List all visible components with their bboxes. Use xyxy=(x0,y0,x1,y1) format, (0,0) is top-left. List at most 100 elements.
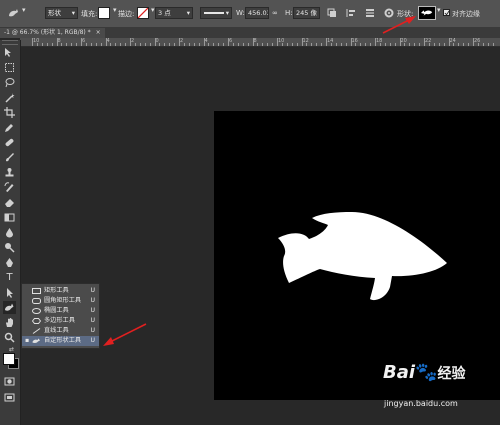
gradient-tool[interactable] xyxy=(3,211,16,224)
ruler-tick xyxy=(203,38,205,46)
chevron-down-icon[interactable]: ▾ xyxy=(151,6,155,14)
ruler-minor-tick xyxy=(340,43,342,46)
tool-mode-value: 形状 xyxy=(48,9,61,17)
custom-shape-tool-preset-icon[interactable] xyxy=(7,7,19,19)
ruler-minor-tick xyxy=(218,43,220,46)
flyout-item-line[interactable]: 直线工具 U xyxy=(22,326,99,336)
align-edges-label: 对齐边缘 xyxy=(452,10,480,18)
ruler-minor-tick xyxy=(66,43,68,46)
ruler-minor-tick xyxy=(36,43,38,46)
gradient-icon xyxy=(4,213,15,222)
ruler-minor-tick xyxy=(394,43,396,46)
lasso-tool[interactable] xyxy=(3,76,16,89)
document-canvas[interactable] xyxy=(214,111,500,400)
history-brush-tool[interactable] xyxy=(3,181,16,194)
fish-shape[interactable] xyxy=(214,111,500,400)
flyout-item-polygon[interactable]: 多边形工具 U xyxy=(22,316,99,326)
ruler-minor-tick xyxy=(463,43,465,46)
shape-tools-flyout: 矩形工具 U 圆角矩形工具 U 椭圆工具 U 多边形工具 U 直线工具 U ▪ … xyxy=(21,283,100,349)
ruler-minor-tick xyxy=(384,43,386,46)
screen-mode-button[interactable] xyxy=(3,391,16,404)
ruler-tick xyxy=(399,38,401,46)
flyout-item-rounded-rectangle[interactable]: 圆角矩形工具 U xyxy=(22,296,99,306)
healing-brush-tool[interactable] xyxy=(3,136,16,149)
hand-tool[interactable] xyxy=(3,316,16,329)
path-operations-icon[interactable] xyxy=(326,7,338,19)
ruler-minor-tick xyxy=(306,43,308,46)
dodge-tool[interactable] xyxy=(3,241,16,254)
screen-mode-icon xyxy=(4,393,15,402)
ruler-minor-tick xyxy=(286,43,288,46)
blur-tool[interactable] xyxy=(3,226,16,239)
drop-icon xyxy=(6,228,13,238)
chevron-down-icon[interactable]: ▾ xyxy=(22,6,26,14)
close-icon[interactable]: × xyxy=(96,29,101,36)
align-edges-checkbox[interactable] xyxy=(443,9,450,16)
pen-tool[interactable] xyxy=(3,256,16,269)
quick-mask-button[interactable] xyxy=(3,375,16,388)
ruler-minor-tick xyxy=(125,43,127,46)
stroke-type-select[interactable]: ▾ xyxy=(200,7,232,19)
watermark-logo: Bai🐾经验 xyxy=(383,362,465,383)
brush-icon xyxy=(6,153,14,162)
ruler-minor-tick xyxy=(100,43,102,46)
brush-tool[interactable] xyxy=(3,151,16,164)
custom-shape-tool[interactable] xyxy=(3,301,16,314)
stroke-swatch[interactable] xyxy=(137,7,149,19)
move-tool[interactable] xyxy=(3,46,16,59)
ruler-minor-tick xyxy=(355,43,357,46)
ruler-tick xyxy=(350,38,352,46)
ruler-tick-label: 8 xyxy=(57,38,61,44)
eyedropper-tool[interactable] xyxy=(3,121,16,134)
ruler-minor-tick xyxy=(379,43,381,46)
flyout-item-ellipse[interactable]: 椭圆工具 U xyxy=(22,306,99,316)
ruler-minor-tick xyxy=(311,43,313,46)
path-alignment-icon[interactable] xyxy=(345,7,357,19)
chevron-down-icon[interactable]: ▾ xyxy=(437,6,441,14)
ruler-tick-label: 2 xyxy=(131,38,135,44)
fill-swatch[interactable] xyxy=(98,7,110,19)
ruler-minor-tick xyxy=(232,43,234,46)
type-icon: T xyxy=(6,272,13,283)
ruler-minor-tick xyxy=(389,43,391,46)
ruler-tick xyxy=(424,38,425,46)
tool-mode-select[interactable]: 形状 ▾ xyxy=(45,7,78,19)
ruler-tick-label: 6 xyxy=(229,38,233,44)
stroke-width-field[interactable]: 3 点 ▾ xyxy=(155,7,193,19)
eraser-tool[interactable] xyxy=(3,196,16,209)
path-arrangement-icon[interactable] xyxy=(364,7,376,19)
ruler-tick xyxy=(448,38,450,46)
flyout-item-label: 直线工具 xyxy=(44,327,69,334)
swap-colors-icon[interactable]: ⇄ xyxy=(9,346,14,353)
width-value: 456.03 xyxy=(248,9,269,17)
type-tool[interactable]: T xyxy=(3,271,16,284)
ruler-minor-tick xyxy=(95,43,97,46)
ruler-minor-tick xyxy=(281,43,283,46)
flyout-item-shortcut: U xyxy=(90,287,95,294)
ruler-minor-tick xyxy=(335,43,337,46)
ruler-minor-tick xyxy=(223,43,225,46)
ruler-minor-tick xyxy=(247,43,249,46)
ruler-minor-tick xyxy=(139,43,141,46)
ruler-minor-tick xyxy=(487,43,489,46)
document-tab[interactable]: -1 @ 66.7% (形状 1, RGB/8) * × xyxy=(0,28,105,38)
fish-icon xyxy=(421,10,433,16)
quick-selection-tool[interactable] xyxy=(3,91,16,104)
shape-picker[interactable] xyxy=(418,6,436,20)
height-input[interactable]: 245 像 xyxy=(293,7,320,19)
crop-tool[interactable] xyxy=(3,106,16,119)
clone-stamp-tool[interactable] xyxy=(3,166,16,179)
zoom-tool[interactable] xyxy=(3,331,16,344)
flyout-item-shortcut: U xyxy=(90,327,95,334)
marquee-tool[interactable] xyxy=(3,61,16,74)
flyout-item-rectangle[interactable]: 矩形工具 U xyxy=(22,286,99,296)
move-icon xyxy=(5,48,11,57)
chevron-down-icon[interactable]: ▾ xyxy=(113,6,117,14)
ellipse-icon xyxy=(32,308,41,314)
path-selection-tool[interactable] xyxy=(3,286,16,299)
gear-icon[interactable] xyxy=(383,7,395,19)
pen-icon xyxy=(6,258,13,267)
link-icon[interactable]: ∞ xyxy=(272,9,278,17)
width-input[interactable]: 456.03 xyxy=(245,7,269,19)
flyout-item-custom-shape[interactable]: ▪ 自定形状工具 U xyxy=(22,336,99,346)
